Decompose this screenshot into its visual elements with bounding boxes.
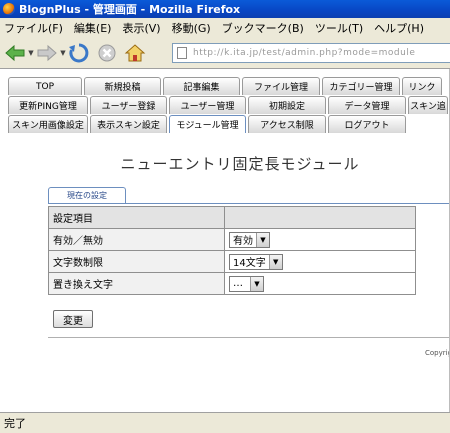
tab-row3-1[interactable]: 表示スキン設定 bbox=[90, 115, 167, 133]
tab-row1-1[interactable]: 新規投稿 bbox=[84, 77, 161, 95]
status-bar: 完了 bbox=[0, 412, 450, 433]
window-title: BlognPlus - 管理画面 - Mozilla Firefox bbox=[19, 3, 241, 16]
page-icon bbox=[177, 47, 187, 59]
replace-char-select-value: … bbox=[233, 278, 243, 289]
tab-row2-5[interactable]: スキン追 bbox=[408, 96, 448, 114]
char-limit-select-value: 14文字 bbox=[233, 258, 266, 269]
window-titlebar: BlognPlus - 管理画面 - Mozilla Firefox bbox=[0, 0, 450, 18]
tab-row-2: 更新PING管理 ユーザー登録 ユーザー管理 初期設定 データ管理 スキン追 bbox=[8, 96, 450, 114]
reload-icon bbox=[69, 43, 89, 63]
table-row: 文字数制限 14文字 ▼ bbox=[48, 250, 416, 273]
table-row: 有効／無効 有効 ▼ bbox=[48, 228, 416, 251]
chevron-down-icon: ▼ bbox=[268, 254, 282, 269]
home-icon bbox=[124, 44, 146, 62]
tab-row-3: スキン用画像設定 表示スキン設定 モジュール管理 アクセス制限 ログアウト bbox=[8, 115, 450, 133]
table-header-label: 設定項目 bbox=[48, 206, 225, 229]
menu-file[interactable]: ファイル(F) bbox=[4, 20, 63, 36]
tab-row1-2[interactable]: 記事編集 bbox=[163, 77, 240, 95]
home-button[interactable] bbox=[124, 42, 146, 64]
navigation-toolbar: ▼ ▼ http://k.ita.jp/test/admin.php?mode=… bbox=[0, 38, 450, 68]
tab-divider bbox=[48, 203, 450, 204]
menu-help[interactable]: ヘルプ(H) bbox=[374, 20, 424, 36]
tab-row3-0[interactable]: スキン用画像設定 bbox=[8, 115, 88, 133]
menu-edit[interactable]: 編集(E) bbox=[74, 20, 112, 36]
menu-bar: ファイル(F) 編集(E) 表示(V) 移動(G) ブックマーク(B) ツール(… bbox=[0, 18, 450, 38]
tab-row2-1[interactable]: ユーザー登録 bbox=[90, 96, 167, 114]
tab-row2-0[interactable]: 更新PING管理 bbox=[8, 96, 88, 114]
address-bar[interactable]: http://k.ita.jp/test/admin.php?mode=modu… bbox=[172, 43, 450, 63]
tab-row-1: TOP 新規投稿 記事編集 ファイル管理 カテゴリー管理 リンク bbox=[8, 77, 450, 95]
back-button[interactable] bbox=[4, 42, 26, 64]
tab-current-settings[interactable]: 現在の設定 bbox=[48, 187, 126, 203]
tab-row1-4[interactable]: カテゴリー管理 bbox=[322, 77, 400, 95]
char-limit-select[interactable]: 14文字 ▼ bbox=[229, 253, 283, 270]
status-text: 完了 bbox=[4, 417, 26, 430]
stop-button[interactable] bbox=[96, 42, 118, 64]
enabled-select-value: 有効 bbox=[233, 236, 253, 247]
address-url: http://k.ita.jp/test/admin.php?mode=modu… bbox=[193, 48, 416, 58]
table-header-row: 設定項目 bbox=[48, 206, 416, 229]
menu-view[interactable]: 表示(V) bbox=[122, 20, 160, 36]
menu-tools[interactable]: ツール(T) bbox=[315, 20, 363, 36]
change-button[interactable]: 変更 bbox=[53, 310, 93, 328]
footer-divider bbox=[48, 337, 450, 338]
back-arrow-icon bbox=[5, 44, 25, 62]
tab-row1-0[interactable]: TOP bbox=[8, 77, 82, 95]
back-dropdown-icon[interactable]: ▼ bbox=[26, 49, 36, 57]
tab-row2-4[interactable]: データ管理 bbox=[328, 96, 406, 114]
tab-row3-2[interactable]: モジュール管理 bbox=[169, 115, 246, 133]
replace-char-label: 置き換え文字 bbox=[48, 272, 225, 295]
forward-dropdown-icon[interactable]: ▼ bbox=[58, 49, 68, 57]
tab-row1-5[interactable]: リンク bbox=[402, 77, 442, 95]
forward-button[interactable] bbox=[36, 42, 58, 64]
admin-nav-tabs: TOP 新規投稿 記事編集 ファイル管理 カテゴリー管理 リンク 更新PING管理 ユーザー… bbox=[8, 77, 450, 134]
table-row: 置き換え文字 … ▼ bbox=[48, 272, 416, 295]
settings-table: 設定項目 有効／無効 有効 ▼ 文字数制限 14文字 ▼ 置き換え文字 … ▼ bbox=[48, 206, 416, 295]
page-title: ニューエントリ固定長モジュール bbox=[120, 155, 360, 173]
forward-arrow-icon bbox=[37, 44, 57, 62]
chevron-down-icon: ▼ bbox=[250, 276, 263, 291]
stop-icon bbox=[98, 44, 116, 62]
page-content: TOP 新規投稿 記事編集 ファイル管理 カテゴリー管理 リンク 更新PING管理 ユーザー… bbox=[0, 68, 450, 412]
tab-row3-4[interactable]: ログアウト bbox=[328, 115, 406, 133]
menu-go[interactable]: 移動(G) bbox=[172, 20, 211, 36]
table-header-empty bbox=[224, 206, 416, 229]
tab-row2-3[interactable]: 初期設定 bbox=[248, 96, 326, 114]
tab-row1-3[interactable]: ファイル管理 bbox=[242, 77, 320, 95]
menu-bookmarks[interactable]: ブックマーク(B) bbox=[222, 20, 304, 36]
reload-button[interactable] bbox=[68, 42, 90, 64]
tab-row2-2[interactable]: ユーザー管理 bbox=[169, 96, 246, 114]
char-limit-label: 文字数制限 bbox=[48, 250, 225, 273]
firefox-icon bbox=[3, 3, 15, 15]
enabled-label: 有効／無効 bbox=[48, 228, 225, 251]
enabled-select[interactable]: 有効 ▼ bbox=[229, 231, 270, 248]
chevron-down-icon: ▼ bbox=[256, 232, 269, 247]
replace-char-select[interactable]: … ▼ bbox=[229, 275, 264, 292]
tab-row3-3[interactable]: アクセス制限 bbox=[248, 115, 326, 133]
copyright-text: Copyright bbox=[425, 349, 450, 357]
